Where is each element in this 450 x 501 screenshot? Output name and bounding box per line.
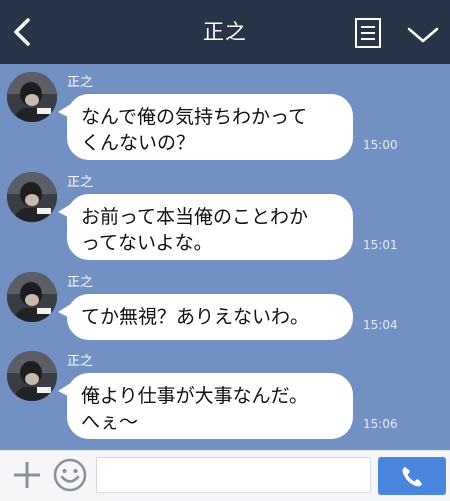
message-row: 正之 なんで俺の気持ちわかって くんないの？ 15:00: [0, 64, 450, 164]
message-input[interactable]: [96, 457, 371, 493]
message-text: くんないの？: [81, 132, 196, 154]
notes-icon[interactable]: [354, 17, 382, 49]
message-input-bar: [0, 450, 450, 501]
sender-name: 正之: [67, 275, 94, 290]
chat-header: 正之: [0, 0, 450, 64]
message-text: なんで俺の気持ちわかって: [81, 106, 308, 128]
sender-name: 正之: [67, 354, 94, 369]
sender-name: 正之: [67, 75, 94, 90]
avatar[interactable]: [7, 351, 57, 401]
message-text: 俺より仕事が大事なんだ。: [81, 385, 309, 407]
message-text: お前って本当俺のことわか: [81, 206, 309, 228]
chevron-down-icon[interactable]: [406, 24, 440, 46]
avatar[interactable]: [7, 172, 57, 222]
message-row: 正之 お前って本当俺のことわか ってないよな。 15:01: [0, 164, 450, 264]
smiley-icon[interactable]: [52, 457, 88, 493]
timestamp: 15:06: [363, 417, 398, 431]
timestamp: 15:00: [363, 138, 398, 152]
avatar[interactable]: [7, 72, 57, 122]
avatar[interactable]: [7, 272, 57, 322]
message-bubble[interactable]: なんで俺の気持ちわかって くんないの？: [67, 94, 353, 160]
message-bubble[interactable]: お前って本当俺のことわか ってないよな。: [67, 194, 353, 260]
message-text: へぇ〜: [81, 411, 139, 433]
plus-icon[interactable]: [10, 458, 44, 492]
message-text: てか無視？ありえないわ。: [81, 306, 310, 328]
message-bubble[interactable]: てか無視？ありえないわ。: [67, 294, 353, 340]
timestamp: 15:01: [363, 238, 398, 252]
phone-icon: [402, 467, 422, 487]
message-text: ってないよな。: [81, 232, 213, 254]
sender-name: 正之: [67, 175, 94, 190]
chat-title: 正之: [203, 20, 247, 44]
message-bubble[interactable]: 俺より仕事が大事なんだ。 へぇ〜: [67, 373, 353, 439]
call-button[interactable]: [378, 457, 446, 495]
message-row: 正之 俺より仕事が大事なんだ。 へぇ〜 15:06: [0, 343, 450, 443]
timestamp: 15:04: [363, 318, 398, 332]
